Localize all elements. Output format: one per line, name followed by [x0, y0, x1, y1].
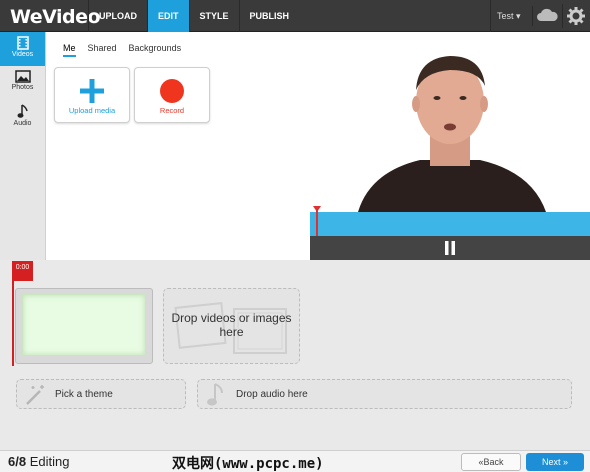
drop-audio-zone[interactable]: Drop audio here: [197, 379, 572, 409]
watermark: 双电网(www.pcpc.me): [172, 456, 324, 472]
media-type-rail: Videos Photos Audio: [0, 32, 46, 260]
rail-item-audio[interactable]: Audio: [0, 100, 45, 134]
timeline-clip[interactable]: [15, 288, 153, 364]
step-count: 6/8: [8, 454, 27, 469]
plus-icon: [80, 79, 104, 103]
timeline-time-marker[interactable]: 0:00: [12, 261, 33, 281]
film-icon: [16, 36, 29, 50]
tab-publish[interactable]: PUBLISH: [238, 0, 300, 32]
record-icon: [160, 79, 184, 103]
cloud-icon[interactable]: [532, 6, 560, 26]
record-button[interactable]: Record: [134, 67, 210, 123]
rail-item-photos[interactable]: Photos: [0, 66, 45, 100]
gear-icon[interactable]: [562, 4, 588, 28]
drop-audio-label: Drop audio here: [236, 389, 308, 400]
bottom-bar: 6/8 Editing 双电网(www.pcpc.me) «Back Next …: [0, 450, 590, 472]
step-indicator: 6/8 Editing: [8, 454, 69, 469]
top-bar: WeVideo UPLOAD EDIT STYLE PUBLISH Test ▾: [0, 0, 590, 32]
media-subtabs: Me Shared Backgrounds: [63, 43, 181, 57]
drop-videos-zone[interactable]: Drop videos or images here: [163, 288, 300, 364]
preview-playhead[interactable]: [316, 208, 318, 236]
timeline-playhead[interactable]: [12, 278, 14, 366]
rail-label-photos: Photos: [11, 84, 34, 91]
rail-label-videos: Videos: [11, 51, 34, 58]
music-note-placeholder-icon: [207, 383, 223, 406]
tab-edit[interactable]: EDIT: [147, 0, 189, 32]
rail-item-videos[interactable]: Videos: [0, 32, 45, 66]
app-logo: WeVideo: [10, 6, 101, 28]
upload-media-button[interactable]: Upload media: [54, 67, 130, 123]
magic-wand-icon: [26, 385, 44, 405]
media-panel: Me Shared Backgrounds Upload media Recor…: [46, 32, 310, 260]
presenter-video-frame: [310, 32, 590, 212]
user-menu[interactable]: Test ▾: [490, 0, 521, 32]
pause-icon[interactable]: [444, 241, 456, 255]
record-label: Record: [159, 106, 185, 115]
drop-videos-label: Drop videos or images here: [171, 311, 292, 339]
photo-icon: [14, 70, 31, 83]
step-label: Editing: [29, 454, 70, 469]
upload-media-label: Upload media: [68, 106, 116, 115]
video-preview: [310, 32, 590, 212]
music-note-icon: [17, 104, 28, 118]
subtab-shared[interactable]: Shared: [88, 43, 117, 57]
subtab-backgrounds[interactable]: Backgrounds: [129, 43, 182, 57]
playback-controls: [310, 236, 590, 260]
tab-upload[interactable]: UPLOAD: [88, 0, 147, 32]
back-button[interactable]: «Back: [461, 453, 521, 471]
next-button[interactable]: Next »: [526, 453, 584, 471]
tab-style[interactable]: STYLE: [188, 0, 239, 32]
rail-label-audio: Audio: [13, 120, 32, 127]
pick-theme-label: Pick a theme: [55, 389, 113, 400]
clip-thumbnail: [22, 294, 146, 356]
main-nav: UPLOAD EDIT STYLE PUBLISH: [88, 0, 299, 32]
preview-scrub-bar[interactable]: [310, 212, 590, 236]
subtab-me[interactable]: Me: [63, 43, 76, 57]
pick-theme-button[interactable]: Pick a theme: [16, 379, 186, 409]
